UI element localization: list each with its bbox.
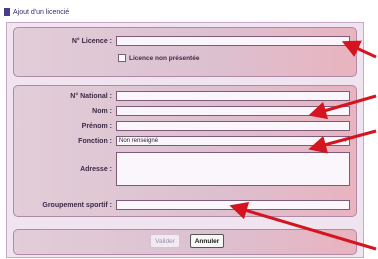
groupement-input[interactable] — [116, 200, 350, 210]
licence-panel: N° Licence : Licence non présentée — [13, 27, 357, 77]
window-title-bar: Ajout d'un licencié — [4, 6, 69, 18]
app-icon — [4, 8, 10, 16]
fonction-label: Fonction : — [78, 138, 112, 145]
prenom-label: Prénom : — [81, 123, 112, 130]
window-title: Ajout d'un licencié — [13, 8, 70, 16]
licence-absent-label: Licence non présentée — [129, 54, 200, 62]
dialog: N° Licence : Licence non présentée N° Na… — [6, 22, 364, 258]
licence-absent-checkbox[interactable] — [118, 54, 126, 62]
chevron-down-icon[interactable]: ▾ — [344, 137, 347, 146]
licence-label: N° Licence : — [71, 38, 112, 45]
prenom-input[interactable] — [116, 121, 350, 131]
adresse-textarea[interactable] — [116, 152, 350, 186]
button-panel: Valider Annuler — [13, 229, 357, 255]
nom-input[interactable] — [116, 106, 350, 116]
national-input[interactable] — [116, 91, 350, 101]
identity-panel: N° National : Nom : Prénom : Fonction : … — [13, 85, 357, 217]
annuler-button[interactable]: Annuler — [190, 234, 224, 248]
licence-absent-row[interactable]: Licence non présentée — [118, 54, 199, 62]
valider-button[interactable]: Valider — [150, 234, 180, 248]
nom-label: Nom : — [92, 108, 112, 115]
fonction-value: Non renseigné — [119, 138, 159, 144]
fonction-select[interactable]: Non renseigné ▾ — [116, 136, 350, 146]
groupement-label: Groupement sportif : — [42, 202, 112, 209]
adresse-label: Adresse : — [80, 166, 112, 173]
licence-input[interactable] — [116, 36, 350, 46]
national-label: N° National : — [70, 93, 112, 100]
